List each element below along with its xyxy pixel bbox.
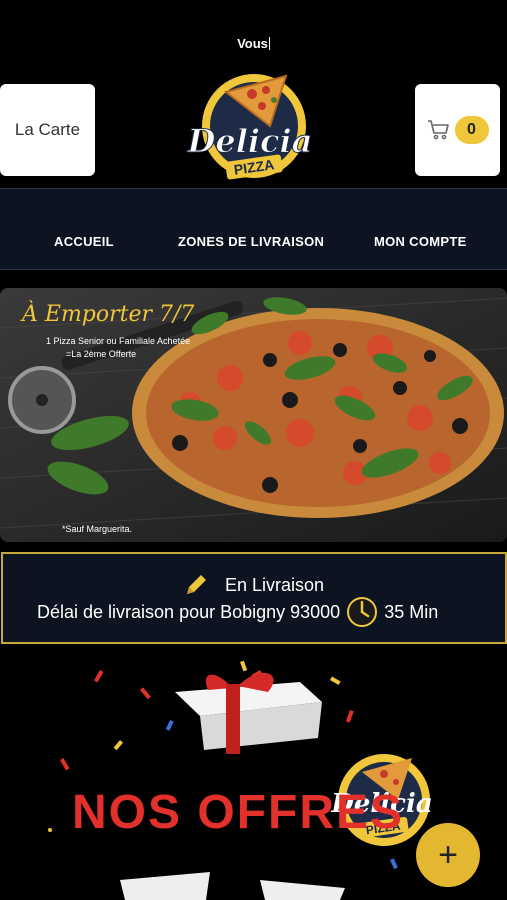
offers-title: NOS OFFRES — [72, 786, 405, 839]
delivery-time-value: 35 Min — [384, 601, 439, 622]
delivery-mode: En Livraison — [183, 572, 324, 598]
cart-count-badge: 0 — [454, 116, 489, 144]
delivery-info-panel[interactable]: En Livraison Délai de livraison pour Bob… — [1, 552, 507, 644]
banner-title: À Emporter 7/7 — [22, 302, 195, 327]
logo-text-main: Delicia — [187, 122, 313, 160]
promo-banner[interactable]: À Emporter 7/7 1 Pizza Senior ou Familia… — [0, 288, 507, 542]
cart-icon — [427, 120, 449, 140]
delivery-location-label: Délai de livraison pour Bobigny 93000 — [37, 601, 341, 622]
cart-button[interactable]: 0 — [415, 84, 500, 176]
main-nav: ACCUEIL ZONES DE LIVRAISON MON COMPTE — [0, 188, 507, 270]
banner-offer-line2: =La 2ème Offerte — [66, 349, 137, 359]
banner-offer-line1: 1 Pizza Senior ou Familiale Achetée — [46, 336, 191, 346]
delivery-mode-label: En Livraison — [225, 574, 325, 595]
nav-item-accueil[interactable]: ACCUEIL — [54, 234, 114, 249]
status-text: Vous — [0, 36, 507, 51]
banner-note: *Sauf Marguerita. — [62, 524, 133, 534]
delivery-time-line: Délai de livraison pour Bobigny 93000 35… — [37, 596, 438, 628]
clock-icon — [347, 597, 378, 627]
nav-item-mon-compte[interactable]: MON COMPTE — [374, 234, 467, 249]
status-label: Vous — [237, 36, 268, 51]
nav-item-zones-de-livraison[interactable]: ZONES DE LIVRAISON — [178, 234, 324, 249]
text-cursor — [268, 37, 270, 50]
plus-icon: + — [438, 835, 458, 874]
pencil-icon — [187, 575, 206, 594]
menu-button-label: La Carte — [14, 120, 81, 139]
add-button[interactable]: + — [416, 823, 480, 887]
pizza-logo[interactable]: Delicia PIZZA — [186, 60, 322, 190]
menu-button[interactable]: La Carte — [0, 84, 95, 176]
